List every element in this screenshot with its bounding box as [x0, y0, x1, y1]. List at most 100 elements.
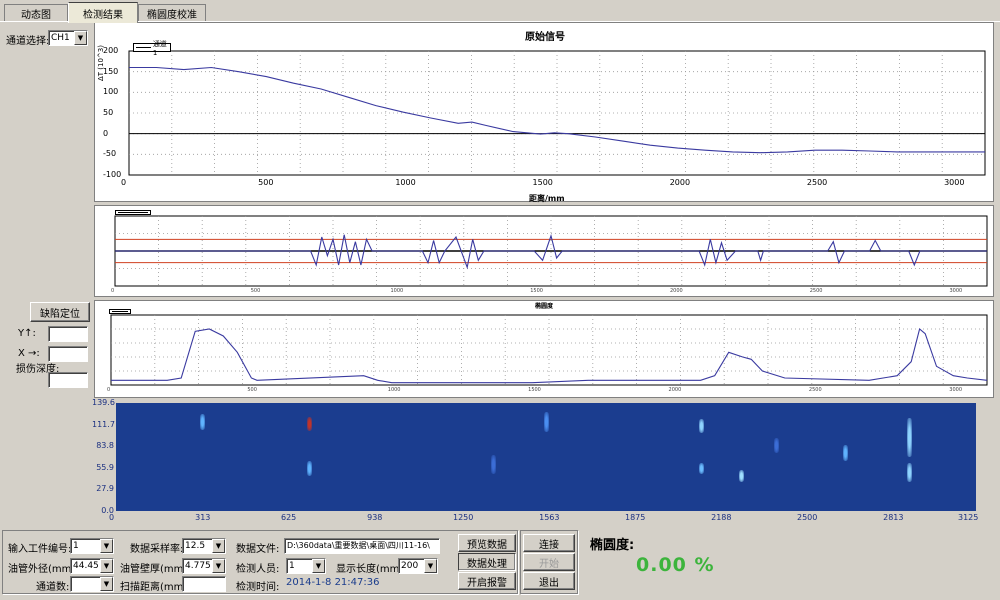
raw-signal-title: 原始信号 [525, 32, 565, 43]
channel-select-label: 通道选择: [6, 36, 50, 47]
chevron-down-icon[interactable]: ▼ [212, 559, 225, 573]
heatmap-hotspot [306, 460, 312, 477]
inspector-select[interactable]: 1 ▼ [286, 558, 326, 574]
inspector-label: 检测人员: [236, 564, 280, 575]
chevron-down-icon[interactable]: ▼ [212, 539, 225, 553]
ovality-chart-title: 椭圆度 [535, 303, 554, 310]
scan-distance-label: 扫描距离(mm): [120, 582, 191, 593]
damage-depth-field[interactable] [48, 372, 88, 388]
wall-select[interactable]: 4.775 ▼ [182, 558, 226, 574]
heatmap-hotspot [491, 454, 497, 475]
start-button[interactable]: 开始 [523, 553, 575, 571]
od-select[interactable]: 44.45 ▼ [70, 558, 114, 574]
start-label: 开始 [539, 558, 559, 570]
raw-signal-legend: 通道1 [133, 40, 171, 57]
filtered-signal-x-tick: 2500 [809, 288, 823, 294]
ovality-x-tick: 0 [107, 387, 111, 393]
enable-alarm-label: 开启报警 [467, 577, 507, 589]
ovality-x-tick: 1000 [387, 387, 401, 393]
heatmap-hotspot [698, 462, 704, 475]
filtered-signal-x-tick: 3000 [949, 288, 963, 294]
chevron-down-icon[interactable]: ▼ [312, 559, 325, 573]
ovality-x-tick: 3000 [949, 387, 963, 393]
heatmap-x-tick: 625 [281, 513, 297, 522]
defect-locate-button-label: 缺陷定位 [40, 308, 80, 320]
heatmap-hotspot [698, 418, 704, 433]
datafile-field[interactable]: D:\360data\重要数据\桌面\四川11-16\ [284, 538, 440, 554]
raw-signal-x-tick: 500 [258, 178, 274, 187]
chevron-down-icon[interactable]: ▼ [100, 577, 113, 591]
raw-signal-y-tick: -100 [103, 170, 122, 179]
y-field[interactable] [48, 326, 88, 342]
heatmap-x-tick: 1875 [625, 513, 646, 522]
ovality-plot [110, 314, 988, 386]
bottom-panel: 输入工件编号: 1 ▼ 油管外径(mm): 44.45 ▼ 通道数: ▼ 数据采样率… [0, 530, 1000, 600]
left-panel: 通道选择: CH1 ▼ 缺陷定位 Y↑: X →: 损伤深度: [0, 22, 92, 530]
heatmap-x-tick: 0 [109, 513, 115, 522]
sample-rate-select[interactable]: 12.5 ▼ [182, 538, 226, 554]
heatmap-y-tick: 55.9 [96, 462, 114, 472]
filtered-signal-plot [114, 215, 988, 287]
ovality-title: 椭圆度: [590, 538, 635, 553]
y-label: Y↑: [18, 328, 36, 339]
heatmap-hotspot [843, 445, 849, 461]
heatmap-x-tick: 2188 [711, 513, 732, 522]
exit-button[interactable]: 退出 [523, 572, 575, 590]
heatmap-x-tick: 313 [195, 513, 211, 522]
raw-signal-x-tick: 1500 [532, 178, 553, 187]
heatmap-hotspot [200, 414, 206, 430]
datafile-label: 数据文件: [236, 544, 280, 555]
chevron-down-icon[interactable]: ▼ [100, 539, 113, 553]
raw-signal-y-tick: 0 [103, 128, 109, 138]
filtered-signal-x-tick: 2000 [669, 288, 683, 294]
ovality-value: 0.00 % [636, 554, 715, 576]
defect-locate-button[interactable]: 缺陷定位 [30, 302, 90, 322]
channels-select[interactable]: ▼ [70, 576, 114, 592]
tab-inspection-results[interactable]: 检测结果 [68, 2, 138, 23]
tab-ovality-calibration[interactable]: 椭圆度校准 [138, 4, 206, 22]
tab-dynamic-chart[interactable]: 动态图 [4, 4, 68, 22]
x-label: X →: [18, 348, 40, 359]
raw-signal-chart: 原始信号 通道1 ΔT (10^3) 距离/mm 200 150 100 50 0 -50… [94, 22, 994, 203]
heatmap-hotspot [906, 462, 912, 482]
process-data-button[interactable]: 数据处理 [458, 553, 516, 571]
chevron-down-icon[interactable]: ▼ [100, 559, 113, 573]
ovality-x-tick: 2500 [808, 387, 822, 393]
tab-label: 椭圆度校准 [147, 10, 197, 21]
legend-swatch [136, 47, 151, 48]
raw-signal-x-tick: 2000 [669, 178, 691, 187]
ovality-chart: 椭圆度 0 500 1000 1500 2000 2500 3000 [94, 300, 994, 398]
raw-signal-x-tick: 1000 [395, 178, 416, 187]
chevron-down-icon[interactable]: ▼ [424, 559, 437, 573]
raw-signal-x-tick: 2500 [806, 178, 828, 187]
filtered-signal-x-tick: 1000 [390, 288, 404, 294]
heatmap-hotspot [306, 417, 312, 432]
workpiece-label: 输入工件编号: [8, 544, 72, 555]
connect-button[interactable]: 连接 [523, 534, 575, 552]
raw-signal-plot [128, 50, 986, 176]
connect-label: 连接 [539, 539, 559, 551]
od-label: 油管外径(mm): [8, 564, 79, 575]
heatmap-hotspot [906, 418, 912, 457]
tab-label: 检测结果 [83, 9, 123, 21]
exit-label: 退出 [539, 577, 559, 589]
enable-alarm-button[interactable]: 开启报警 [458, 572, 516, 590]
display-length-select[interactable]: 200 ▼ [398, 558, 438, 574]
ovality-x-tick: 500 [247, 387, 257, 393]
raw-signal-y-tick: 50 [103, 108, 114, 117]
legend-swatch [118, 212, 148, 213]
filtered-signal-chart: 0 500 1000 1500 2000 2500 3000 [94, 205, 994, 297]
scan-distance-field[interactable] [182, 576, 226, 592]
preview-data-button[interactable]: 预览数据 [458, 534, 516, 552]
channels-label: 通道数: [36, 582, 70, 593]
tab-bar: 动态图 检测结果 椭圆度校准 [0, 0, 1000, 23]
heatmap-y-tick: 83.8 [96, 441, 114, 451]
filtered-signal-x-tick: 500 [250, 288, 261, 294]
wall-value: 4.775 [185, 561, 211, 571]
heatmap-hotspot [544, 412, 550, 432]
preview-data-label: 预览数据 [467, 539, 507, 551]
channel-select[interactable]: CH1 ▼ [48, 30, 88, 46]
display-length-value: 200 [401, 561, 419, 571]
chevron-down-icon[interactable]: ▼ [74, 31, 87, 45]
workpiece-select[interactable]: 1 ▼ [70, 538, 114, 554]
